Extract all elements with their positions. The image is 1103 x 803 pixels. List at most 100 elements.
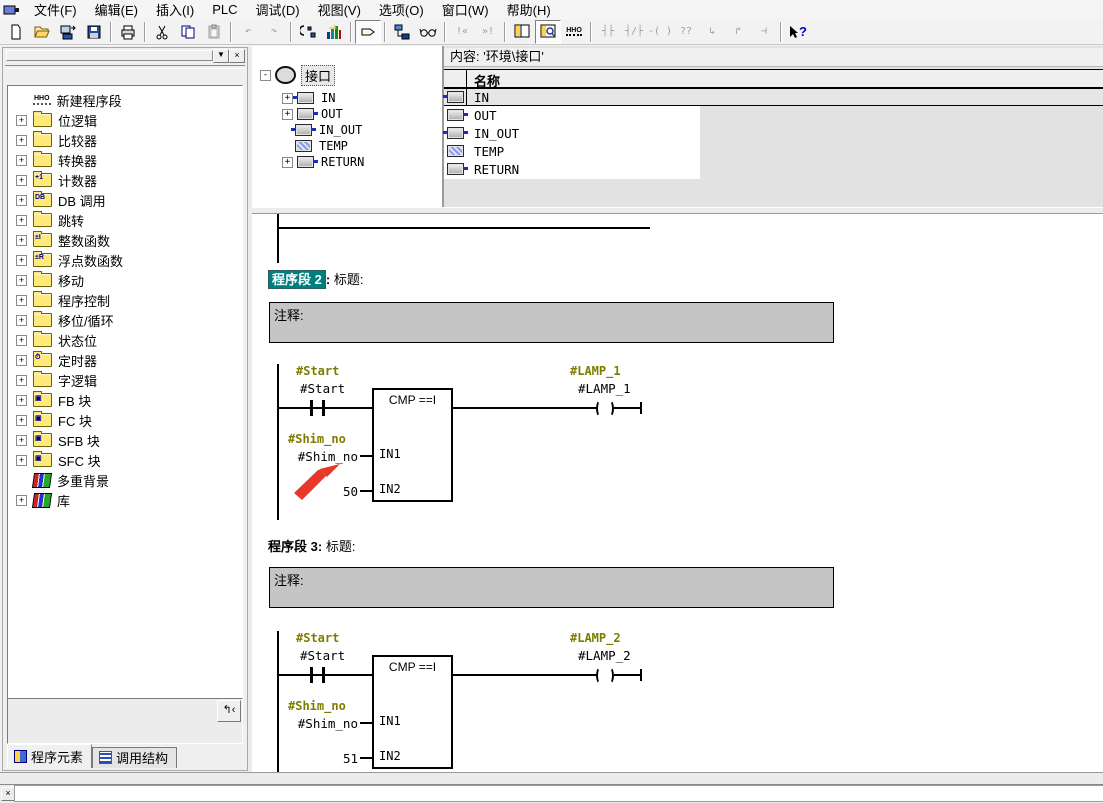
- paste-button[interactable]: [201, 20, 227, 44]
- expand-icon[interactable]: [16, 455, 27, 466]
- table-row-in[interactable]: IN: [444, 88, 1103, 106]
- tree-item-converter[interactable]: 转换器: [8, 150, 242, 170]
- coil[interactable]: [606, 667, 614, 684]
- palette-close-button[interactable]: [229, 49, 245, 63]
- tab-program-elements[interactable]: 程序元素: [7, 744, 92, 768]
- tree-item-libraries[interactable]: 库: [8, 490, 242, 510]
- menu-view[interactable]: 视图(V): [309, 0, 370, 20]
- collapse-detail-button[interactable]: [217, 700, 241, 722]
- compare-box[interactable]: CMP ==I IN1 IN2: [372, 388, 453, 502]
- expand-icon[interactable]: [16, 315, 27, 326]
- coil-operand[interactable]: #LAMP_2: [578, 648, 631, 663]
- expand-icon[interactable]: [16, 335, 27, 346]
- open-button[interactable]: [29, 20, 55, 44]
- redo-button[interactable]: ↷: [261, 20, 287, 44]
- tree-item-sfb-blocks[interactable]: SFB 块: [8, 430, 242, 450]
- coil[interactable]: [596, 400, 604, 417]
- collapse-icon[interactable]: [260, 70, 271, 81]
- tree-item-word-logic[interactable]: 字逻辑: [8, 370, 242, 390]
- menu-plc[interactable]: PLC: [203, 1, 246, 18]
- contact-operand[interactable]: #Start: [300, 381, 345, 396]
- window-system-icon[interactable]: [3, 3, 21, 16]
- contact-operand[interactable]: #Start: [300, 648, 345, 663]
- expand-icon[interactable]: [282, 157, 293, 168]
- contact-bar[interactable]: [322, 667, 325, 683]
- network-2-title-highlight[interactable]: 程序段 2: [268, 270, 326, 289]
- tree-item-bit-logic[interactable]: 位逻辑: [8, 110, 242, 130]
- declaration-code-splitter[interactable]: [252, 207, 1103, 214]
- tree-item-fc-blocks[interactable]: FC 块: [8, 410, 242, 430]
- close-icon[interactable]: [1, 787, 15, 801]
- tree-item-multi-instance[interactable]: 多重背景: [8, 470, 242, 490]
- save-download-button[interactable]: [55, 20, 81, 44]
- download-button[interactable]: [295, 20, 321, 44]
- interface-item-in-out[interactable]: IN_OUT: [295, 122, 362, 138]
- menu-file[interactable]: 文件(F): [25, 0, 86, 20]
- network-2-title[interactable]: 程序段 2: 标题:: [268, 269, 363, 288]
- table-row-return[interactable]: RETURN: [444, 160, 1103, 178]
- expand-icon[interactable]: [16, 435, 27, 446]
- expand-icon[interactable]: [16, 395, 27, 406]
- close-branch-button[interactable]: ↱: [725, 20, 751, 44]
- tree-item-integer-functions[interactable]: 整数函数: [8, 230, 242, 250]
- symbol-information-toggle[interactable]: [355, 20, 381, 44]
- expand-icon[interactable]: [16, 355, 27, 366]
- expand-icon[interactable]: [16, 175, 27, 186]
- save-button[interactable]: [81, 20, 107, 44]
- network-title-suffix[interactable]: 标题:: [334, 272, 364, 287]
- menu-help[interactable]: 帮助(H): [498, 0, 560, 20]
- in1-operand[interactable]: #Shim_no: [288, 716, 358, 731]
- interface-item-in[interactable]: IN: [282, 90, 335, 106]
- network-3-title[interactable]: 程序段 3: 标题:: [268, 536, 355, 555]
- expand-icon[interactable]: [16, 255, 27, 266]
- expand-icon[interactable]: [16, 235, 27, 246]
- tree-item-fb-blocks[interactable]: FB 块: [8, 390, 242, 410]
- tree-item-comparator[interactable]: 比较器: [8, 130, 242, 150]
- coil-operand[interactable]: #LAMP_1: [578, 381, 631, 396]
- tree-item-float-functions[interactable]: 浮点数函数: [8, 250, 242, 270]
- insert-coil-button[interactable]: -( ): [647, 20, 673, 44]
- compare-box[interactable]: CMP ==I IN1 IN2: [372, 655, 453, 769]
- coil[interactable]: [606, 400, 614, 417]
- insert-contact-nc-button[interactable]: ┤/├: [621, 20, 647, 44]
- menu-options[interactable]: 选项(O): [370, 0, 433, 20]
- undo-button[interactable]: ↶: [235, 20, 261, 44]
- tree-item-counter[interactable]: 计数器: [8, 170, 242, 190]
- interface-item-return[interactable]: RETURN: [282, 154, 364, 170]
- monitor-on-off-button[interactable]: [415, 20, 441, 44]
- next-error-button[interactable]: »!: [475, 20, 501, 44]
- expand-icon[interactable]: [16, 155, 27, 166]
- expand-icon[interactable]: [282, 93, 293, 104]
- copy-button[interactable]: [175, 20, 201, 44]
- menu-debug[interactable]: 调试(D): [247, 0, 309, 20]
- palette-menu-button[interactable]: [213, 49, 229, 63]
- coil[interactable]: [596, 667, 604, 684]
- expand-icon[interactable]: [16, 375, 27, 386]
- expand-icon[interactable]: [16, 135, 27, 146]
- expand-icon[interactable]: [16, 115, 27, 126]
- insert-empty-box-button[interactable]: ??: [673, 20, 699, 44]
- tree-item-move[interactable]: 移动: [8, 270, 242, 290]
- tree-item-program-control[interactable]: 程序控制: [8, 290, 242, 310]
- contact-bar[interactable]: [310, 400, 313, 416]
- output-splitter[interactable]: [0, 772, 1103, 785]
- expand-icon[interactable]: [16, 495, 27, 506]
- previous-error-button[interactable]: !«: [449, 20, 475, 44]
- tree-item-new-network[interactable]: 新建程序段: [8, 90, 242, 110]
- table-row-in-out[interactable]: IN_OUT: [444, 124, 1103, 142]
- menu-window[interactable]: 窗口(W): [433, 0, 498, 20]
- expand-icon[interactable]: [16, 415, 27, 426]
- menu-insert[interactable]: 插入(I): [147, 0, 203, 20]
- tree-item-status-bits[interactable]: 状态位: [8, 330, 242, 350]
- interface-item-temp[interactable]: TEMP: [295, 138, 348, 154]
- tab-call-structure[interactable]: 调用结构: [92, 747, 177, 768]
- table-row-temp[interactable]: TEMP: [444, 142, 1103, 160]
- tree-item-sfc-blocks[interactable]: SFC 块: [8, 450, 242, 470]
- print-button[interactable]: [115, 20, 141, 44]
- table-row-out[interactable]: OUT: [444, 106, 1103, 124]
- expand-icon[interactable]: [16, 195, 27, 206]
- open-branch-button[interactable]: ↳: [699, 20, 725, 44]
- symbol-selection-button[interactable]: [389, 20, 415, 44]
- menu-edit[interactable]: 编辑(E): [86, 0, 147, 20]
- monitor-variables-button[interactable]: [321, 20, 347, 44]
